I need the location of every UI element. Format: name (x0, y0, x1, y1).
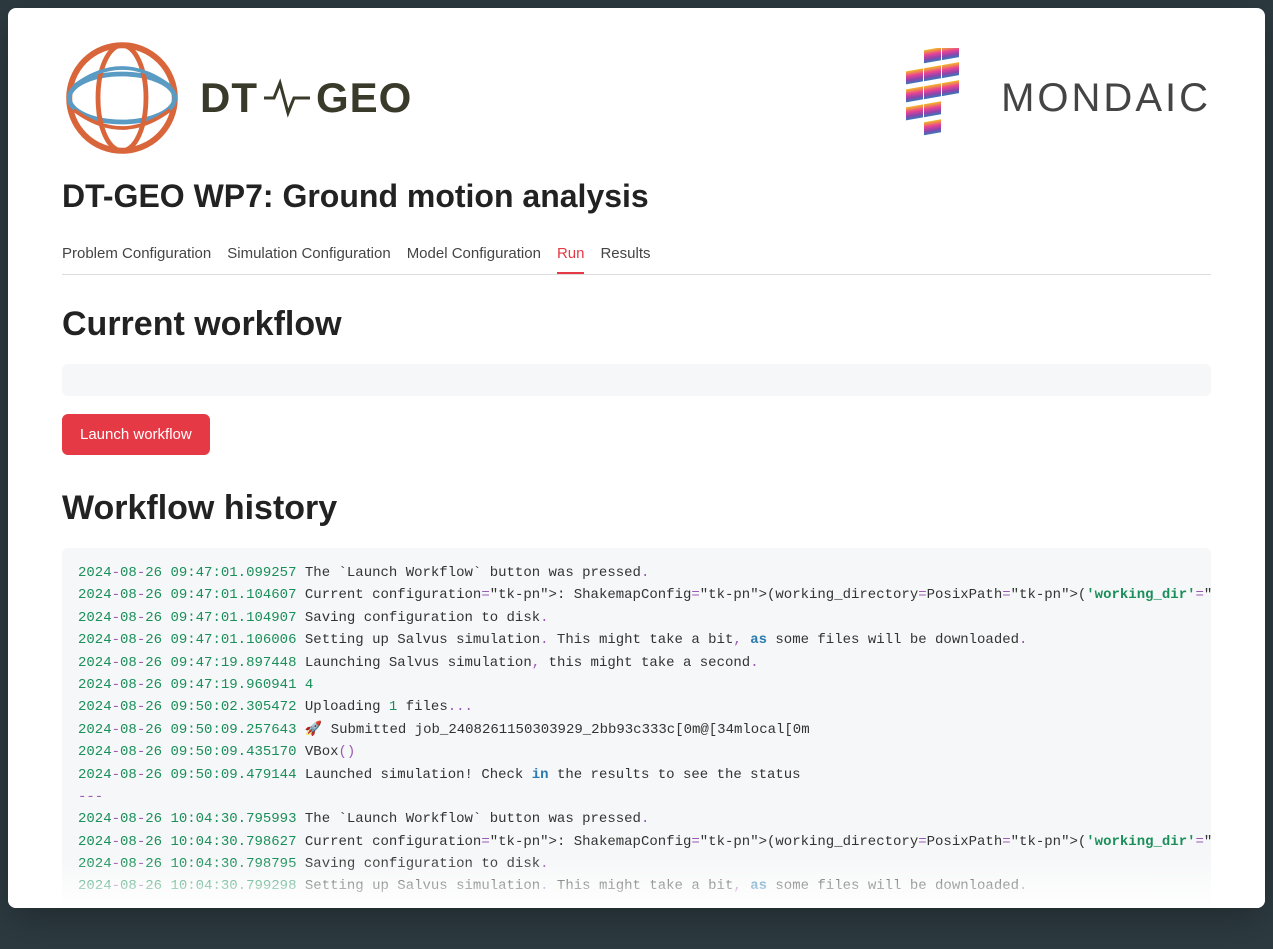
tab-bar: Problem Configuration Simulation Configur… (62, 237, 1211, 275)
tab-problem-configuration[interactable]: Problem Configuration (62, 237, 211, 274)
logo-dtgeo-text: DT GEO (200, 74, 412, 122)
current-workflow-heading: Current workflow (62, 305, 1211, 344)
workflow-status-bar (62, 364, 1211, 396)
pulse-icon (262, 78, 312, 118)
tab-run[interactable]: Run (557, 237, 585, 274)
tab-results[interactable]: Results (600, 237, 650, 274)
logo-mondaic-text: MONDAIC (1001, 76, 1211, 121)
logo-mondaic: MONDAIC (886, 48, 1211, 148)
tab-simulation-configuration[interactable]: Simulation Configuration (227, 237, 390, 274)
launch-workflow-button[interactable]: Launch workflow (62, 414, 210, 455)
logo-dtgeo: DT GEO (62, 38, 412, 158)
workflow-log: 2024-08-26 09:47:01.099257 The `Launch W… (62, 548, 1211, 908)
app-window: DT GEO (8, 8, 1265, 908)
cubes-icon (886, 48, 981, 148)
header-logos: DT GEO (62, 38, 1211, 158)
page-title: DT-GEO WP7: Ground motion analysis (62, 178, 1211, 215)
globe-icon (62, 38, 182, 158)
tab-model-configuration[interactable]: Model Configuration (407, 237, 541, 274)
workflow-history-heading: Workflow history (62, 489, 1211, 528)
content-area: DT GEO (8, 8, 1265, 908)
